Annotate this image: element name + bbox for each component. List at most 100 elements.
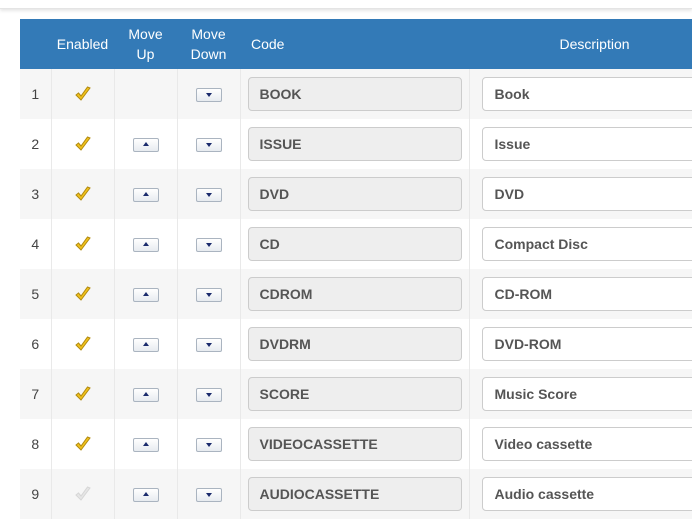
header-move-up-line2: Up: [137, 46, 155, 62]
move-down-button[interactable]: [196, 438, 222, 452]
row-number: 3: [20, 169, 51, 219]
description-cell: Music Score: [469, 369, 692, 419]
move-up-cell: [114, 169, 177, 219]
code-field: DVD: [248, 177, 462, 211]
move-up-cell: [114, 69, 177, 119]
code-cell: AUDIOCASSETTE: [240, 469, 469, 519]
header-move-down-line1: Move: [191, 26, 225, 42]
code-cell: CD: [240, 219, 469, 269]
description-cell: Book: [469, 69, 692, 119]
checkmark-icon[interactable]: [74, 85, 92, 103]
enabled-cell[interactable]: [51, 319, 114, 369]
move-down-button[interactable]: [196, 188, 222, 202]
code-cell: CDROM: [240, 269, 469, 319]
checkmark-icon[interactable]: [74, 235, 92, 253]
move-up-button[interactable]: [133, 438, 159, 452]
code-field: ISSUE: [248, 127, 462, 161]
row-number: 1: [20, 69, 51, 119]
table-row: 2 ISSUE Issue: [20, 119, 692, 169]
description-field[interactable]: Music Score: [482, 377, 692, 411]
description-cell: DVD-ROM: [469, 319, 692, 369]
move-up-button[interactable]: [133, 238, 159, 252]
description-cell: DVD: [469, 169, 692, 219]
move-down-cell: [177, 369, 240, 419]
header-index: [20, 19, 51, 69]
move-down-button[interactable]: [196, 488, 222, 502]
code-cell: DVD: [240, 169, 469, 219]
checkmark-icon[interactable]: [74, 435, 92, 453]
description-field[interactable]: DVD: [482, 177, 692, 211]
move-down-cell: [177, 269, 240, 319]
move-up-cell: [114, 269, 177, 319]
checkmark-icon[interactable]: [74, 285, 92, 303]
code-field: SCORE: [248, 377, 462, 411]
header-move-down-line2: Down: [191, 46, 227, 62]
checkmark-icon[interactable]: [74, 335, 92, 353]
enabled-cell[interactable]: [51, 119, 114, 169]
header-row: Enabled Move Up Move Down Code Descripti…: [20, 19, 692, 69]
checkmark-icon[interactable]: [74, 135, 92, 153]
enabled-cell[interactable]: [51, 419, 114, 469]
header-move-down: Move Down: [177, 19, 240, 69]
row-number: 5: [20, 269, 51, 319]
table-row: 1 BOOK Book: [20, 69, 692, 119]
enabled-cell[interactable]: [51, 69, 114, 119]
move-up-button[interactable]: [133, 288, 159, 302]
header-enabled: Enabled: [51, 19, 114, 69]
move-up-button[interactable]: [133, 388, 159, 402]
code-cell: SCORE: [240, 369, 469, 419]
toolbar-shadow: [0, 0, 692, 9]
checkmark-icon[interactable]: [74, 385, 92, 403]
table-row: 4 CD Compact Disc: [20, 219, 692, 269]
checkmark-icon[interactable]: [74, 185, 92, 203]
code-cell: DVDRM: [240, 319, 469, 369]
enabled-cell[interactable]: [51, 219, 114, 269]
description-field[interactable]: CD-ROM: [482, 277, 692, 311]
row-number: 6: [20, 319, 51, 369]
table-row: 3 DVD DVD: [20, 169, 692, 219]
table-row: 8VIDEOCASSETTEVideo cassette: [20, 419, 692, 469]
move-down-button[interactable]: [196, 138, 222, 152]
description-field[interactable]: Compact Disc: [482, 227, 692, 261]
row-number: 2: [20, 119, 51, 169]
description-field[interactable]: Audio cassette: [482, 477, 692, 511]
move-up-button[interactable]: [133, 338, 159, 352]
move-up-cell: [114, 369, 177, 419]
enabled-cell[interactable]: [51, 369, 114, 419]
move-down-cell: [177, 69, 240, 119]
enabled-cell[interactable]: [51, 169, 114, 219]
code-cell: ISSUE: [240, 119, 469, 169]
move-up-cell: [114, 219, 177, 269]
move-up-button[interactable]: [133, 188, 159, 202]
description-cell: Audio cassette: [469, 469, 692, 519]
header-description: Description: [469, 19, 692, 69]
move-down-cell: [177, 469, 240, 519]
header-move-up: Move Up: [114, 19, 177, 69]
move-up-button[interactable]: [133, 488, 159, 502]
enabled-cell[interactable]: [51, 469, 114, 519]
description-cell: Issue: [469, 119, 692, 169]
move-up-button[interactable]: [133, 138, 159, 152]
move-down-button[interactable]: [196, 388, 222, 402]
move-down-button[interactable]: [196, 238, 222, 252]
code-cell: BOOK: [240, 69, 469, 119]
enabled-cell[interactable]: [51, 269, 114, 319]
description-field[interactable]: Video cassette: [482, 427, 692, 461]
row-number: 4: [20, 219, 51, 269]
move-down-cell: [177, 169, 240, 219]
description-field[interactable]: Book: [482, 77, 692, 111]
move-up-cell: [114, 419, 177, 469]
row-number: 9: [20, 469, 51, 519]
header-code: Code: [240, 19, 469, 69]
code-field: DVDRM: [248, 327, 462, 361]
move-down-button[interactable]: [196, 288, 222, 302]
code-field: VIDEOCASSETTE: [248, 427, 462, 461]
checkmark-disabled-icon[interactable]: [74, 485, 92, 503]
move-down-button[interactable]: [196, 338, 222, 352]
description-field[interactable]: Issue: [482, 127, 692, 161]
description-cell: Compact Disc: [469, 219, 692, 269]
description-field[interactable]: DVD-ROM: [482, 327, 692, 361]
code-cell: VIDEOCASSETTE: [240, 419, 469, 469]
move-down-button[interactable]: [196, 88, 222, 102]
move-down-cell: [177, 419, 240, 469]
